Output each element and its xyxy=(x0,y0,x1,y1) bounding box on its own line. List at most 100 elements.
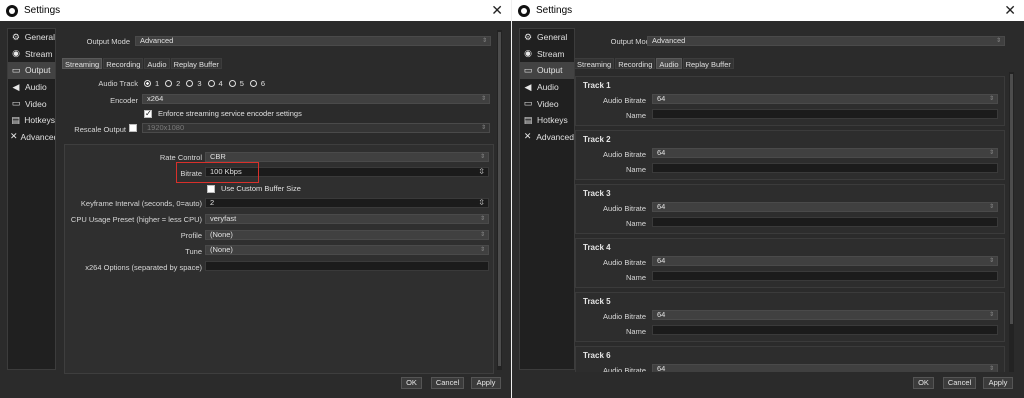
rate-control-value: CBR xyxy=(210,152,226,161)
sidebar-item-label: Audio xyxy=(537,82,559,93)
rescale-output-checkbox[interactable] xyxy=(129,124,137,132)
tools-icon: ✕ xyxy=(523,131,532,142)
sidebar-item-advanced[interactable]: ✕ Advanced xyxy=(8,129,55,146)
audio-bitrate-select[interactable]: 64 ⇕ xyxy=(652,148,998,158)
x264-options-input[interactable] xyxy=(205,261,489,271)
radio-label: 3 xyxy=(197,79,202,88)
output-mode-select[interactable]: Advanced ⇕ xyxy=(647,36,1005,46)
enforce-encoder-settings-checkbox[interactable]: Enforce streaming service encoder settin… xyxy=(144,109,302,118)
spinbox-arrows-icon[interactable]: ⇳ xyxy=(478,168,485,176)
track-name-input[interactable] xyxy=(652,163,998,173)
audio-track-radio-5[interactable]: 5 xyxy=(226,79,244,88)
encoder-value: x264 xyxy=(147,94,164,103)
track-name-input[interactable] xyxy=(652,217,998,227)
cpu-usage-preset-label: CPU Usage Preset (higher = less CPU) xyxy=(70,215,202,224)
tab-audio[interactable]: Audio xyxy=(144,58,170,69)
tab-streaming[interactable]: Streaming xyxy=(62,58,103,69)
custom-buffer-size-checkbox[interactable]: Use Custom Buffer Size xyxy=(207,184,301,193)
track-title: Track 2 xyxy=(583,135,611,144)
sidebar-item-audio[interactable]: ◀ Audio xyxy=(8,79,55,96)
audio-bitrate-value: 64 xyxy=(657,148,666,157)
profile-select[interactable]: (None) ⇕ xyxy=(205,230,489,240)
tab-recording[interactable]: Recording xyxy=(615,58,656,69)
sidebar-item-label: Video xyxy=(25,98,47,109)
audio-track-group-6: Track 6 Audio Bitrate 64 ⇕ xyxy=(575,346,1005,372)
apply-button[interactable]: Apply xyxy=(471,377,501,389)
close-icon[interactable]: ✕ xyxy=(1004,2,1016,19)
select-arrow-icon: ⇕ xyxy=(479,247,485,253)
audio-track-label: Audio Track xyxy=(98,79,138,88)
sidebar-item-hotkeys[interactable]: ▤ Hotkeys xyxy=(8,112,55,129)
sidebar-item-audio[interactable]: ◀ Audio xyxy=(520,79,574,96)
profile-value: (None) xyxy=(210,230,233,239)
select-arrow-icon: ⇕ xyxy=(988,204,994,210)
sidebar-item-hotkeys[interactable]: ▤ Hotkeys xyxy=(520,112,574,129)
track-name-input[interactable] xyxy=(652,271,998,281)
rescale-resolution-select[interactable]: 1920x1080 ⇕ xyxy=(142,123,490,133)
audio-track-radio-6[interactable]: 6 xyxy=(247,79,265,88)
scrollbar-thumb[interactable] xyxy=(1010,74,1013,324)
scrollbar-thumb[interactable] xyxy=(498,32,501,366)
cancel-button[interactable]: Cancel xyxy=(431,377,464,389)
track-name-input[interactable] xyxy=(652,109,998,119)
cancel-button[interactable]: Cancel xyxy=(943,377,976,389)
audio-bitrate-select[interactable]: 64 ⇕ xyxy=(652,364,998,372)
select-arrow-icon: ⇕ xyxy=(988,96,994,102)
audio-track-radio-1[interactable]: 1 xyxy=(141,79,159,88)
audio-bitrate-select[interactable]: 64 ⇕ xyxy=(652,256,998,266)
rate-control-select[interactable]: CBR ⇕ xyxy=(205,152,489,162)
tune-select[interactable]: (None) ⇕ xyxy=(205,245,489,255)
output-icon: ▭ xyxy=(523,64,533,75)
audio-track-radio-3[interactable]: 3 xyxy=(183,79,202,88)
sidebar-item-stream[interactable]: ◉ Stream xyxy=(520,46,574,63)
keyboard-icon: ▤ xyxy=(523,114,533,125)
apply-button[interactable]: Apply xyxy=(983,377,1013,389)
encoder-select[interactable]: x264 ⇕ xyxy=(142,94,490,104)
audio-bitrate-select[interactable]: 64 ⇕ xyxy=(652,310,998,320)
audio-track-radio-4[interactable]: 4 xyxy=(205,79,223,88)
close-icon[interactable]: ✕ xyxy=(491,2,503,19)
audio-track-group-5: Track 5 Audio Bitrate 64 ⇕ Name xyxy=(575,292,1005,342)
audio-track-radio-2[interactable]: 2 xyxy=(162,79,180,88)
sidebar-item-video[interactable]: ▭ Video xyxy=(8,95,55,112)
rescale-value: 1920x1080 xyxy=(147,123,185,132)
spinbox-arrows-icon[interactable]: ⇳ xyxy=(478,199,485,207)
track-name-input[interactable] xyxy=(652,325,998,335)
tab-recording[interactable]: Recording xyxy=(103,58,144,69)
audio-track-group-3: Track 3 Audio Bitrate 64 ⇕ Name xyxy=(575,184,1005,234)
checkbox-icon xyxy=(207,184,215,193)
ok-button[interactable]: OK xyxy=(401,377,422,389)
sidebar-item-advanced[interactable]: ✕ Advanced xyxy=(520,129,574,146)
select-arrow-icon: ⇕ xyxy=(479,216,485,222)
track-title: Track 5 xyxy=(583,297,611,306)
sidebar-item-stream[interactable]: ◉ Stream xyxy=(8,46,55,63)
output-mode-select[interactable]: Advanced ⇕ xyxy=(135,36,491,46)
audio-scrollbar[interactable] xyxy=(1009,72,1014,372)
tab-replay-buffer[interactable]: Replay Buffer xyxy=(682,58,734,69)
monitor-icon: ▭ xyxy=(523,98,533,109)
ok-button[interactable]: OK xyxy=(913,377,934,389)
settings-scrollbar[interactable] xyxy=(497,30,502,370)
gear-icon: ⚙ xyxy=(523,31,533,42)
keyboard-icon: ▤ xyxy=(11,114,20,125)
keyframe-interval-spinbox[interactable]: 2 ⇳ xyxy=(205,198,489,208)
sidebar-item-output[interactable]: ▭ Output xyxy=(520,62,574,79)
settings-sidebar: ⚙ General ◉ Stream ▭ Output ◀ Audio ▭ Video ▤… xyxy=(7,28,56,370)
audio-bitrate-label: Audio Bitrate xyxy=(603,150,646,159)
audio-bitrate-label: Audio Bitrate xyxy=(603,204,646,213)
sidebar-item-label: General xyxy=(24,32,55,43)
audio-bitrate-select[interactable]: 64 ⇕ xyxy=(652,94,998,104)
audio-bitrate-select[interactable]: 64 ⇕ xyxy=(652,202,998,212)
audio-bitrate-value: 64 xyxy=(657,202,666,211)
sidebar-item-general[interactable]: ⚙ General xyxy=(8,29,55,46)
keyframe-interval-label: Keyframe Interval (seconds, 0=auto) xyxy=(80,199,202,208)
tab-replay-buffer[interactable]: Replay Buffer xyxy=(170,58,222,69)
cpu-usage-preset-select[interactable]: veryfast ⇕ xyxy=(205,214,489,224)
tab-audio[interactable]: Audio xyxy=(656,58,682,69)
sidebar-item-output[interactable]: ▭ Output xyxy=(8,62,55,79)
sidebar-item-general[interactable]: ⚙ General xyxy=(520,29,574,46)
audio-bitrate-label: Audio Bitrate xyxy=(603,258,646,267)
tab-streaming[interactable]: Streaming xyxy=(574,58,615,69)
radio-label: 5 xyxy=(239,79,244,88)
sidebar-item-video[interactable]: ▭ Video xyxy=(520,95,574,112)
